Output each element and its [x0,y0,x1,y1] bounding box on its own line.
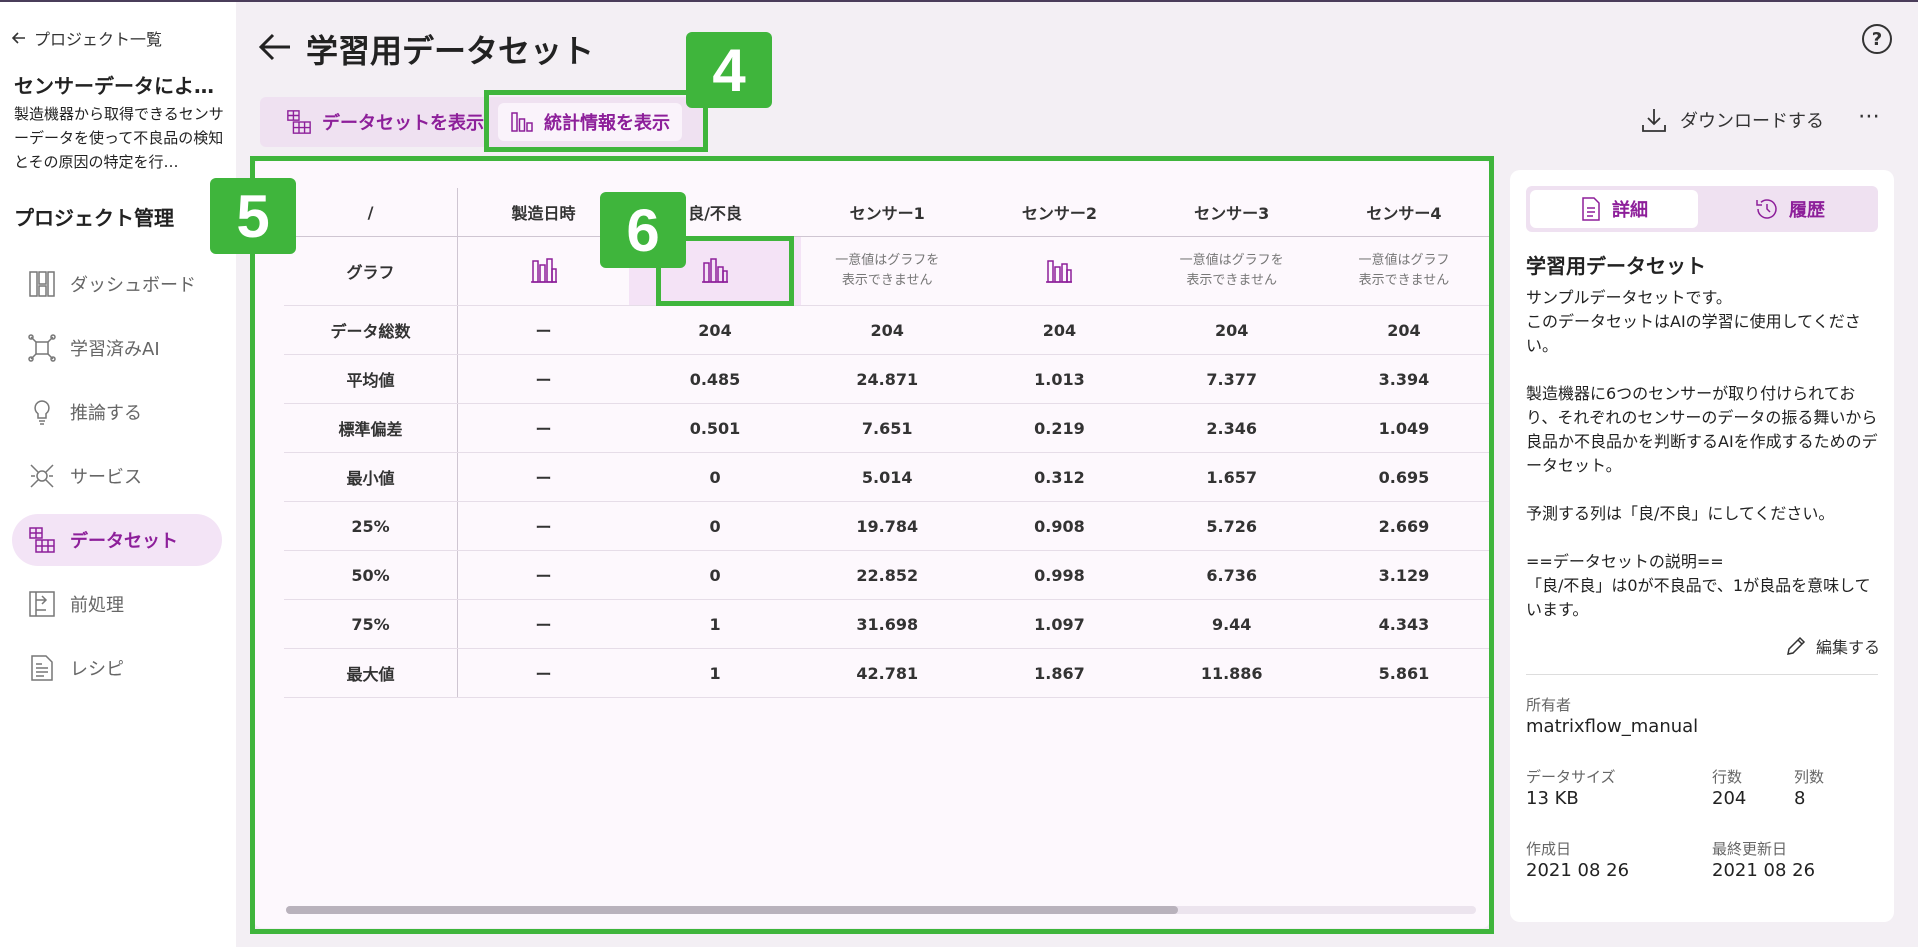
back-to-projects-link[interactable]: プロジェクト一覧 [12,26,162,50]
download-icon [1642,109,1666,132]
tab-history[interactable]: 履歴 [1706,190,1874,228]
back-label: プロジェクト一覧 [34,30,163,49]
data-size-label: データサイズ [1526,768,1616,786]
history-icon [1756,199,1777,219]
row-count-value: 204 [1712,788,1747,809]
pencil-icon [1787,636,1806,655]
sidebar-item-label: レシピ [70,659,124,680]
sidebar-nav: ダッシュボード 学習済みAI 推論する サービス データセット 前処理 レシピ [12,258,222,706]
more-options-icon[interactable]: ⋯ [1858,104,1881,129]
dataset-icon [287,110,311,134]
updated-date-label: 最終更新日 [1712,840,1788,858]
page-back-button[interactable] [258,30,292,68]
preprocess-icon [29,591,55,617]
page-title: 学習用データセット [306,32,595,70]
document-icon [1582,197,1600,221]
sidebar-item-preprocess[interactable]: 前処理 [12,578,222,630]
arrow-left-icon [258,33,290,61]
divider [1526,674,1878,675]
edit-label: 編集する [1815,638,1880,657]
annotation-badge-6: 6 [600,192,686,268]
tab-show-dataset[interactable]: データセットを表示 [274,103,496,141]
column-count-label: 列数 [1794,768,1825,786]
tab-label: データセットを表示 [322,113,484,134]
trained-ai-icon [28,334,56,362]
section-title: プロジェクト管理 [14,206,174,230]
dashboard-icon [29,271,55,297]
recipe-icon [31,655,53,681]
sidebar-item-service[interactable]: サービス [12,450,222,502]
annotation-box-4 [484,90,708,152]
project-title: センサーデータによ… [14,74,214,98]
created-date-label: 作成日 [1526,840,1572,858]
project-description: 製造機器から取得できるセンサーデータを使って不良品の検知とその原因の特定を行… [14,105,224,171]
owner-label: 所有者 [1526,696,1572,714]
sidebar-item-recipe[interactable]: レシピ [12,642,222,694]
sidebar-item-dataset[interactable]: データセット [12,514,222,566]
sidebar-item-label: ダッシュボード [70,275,196,296]
sidebar-item-inference[interactable]: 推論する [12,386,222,438]
panel-tabs: 詳細 履歴 [1526,186,1878,232]
annotation-badge-5: 5 [210,178,296,254]
sidebar-item-label: 前処理 [70,595,124,616]
dataset-description: サンプルデータセットです。 このデータセットはAIの学習に使用してください。 製… [1526,288,1878,619]
tab-label: 履歴 [1789,200,1825,221]
arrow-left-icon [12,32,25,44]
tab-details[interactable]: 詳細 [1530,190,1698,228]
download-button[interactable]: ダウンロードする [1640,106,1824,134]
sidebar: プロジェクト一覧 センサーデータによ… 製造機器から取得できるセンサーデータを使… [0,2,236,947]
updated-date-value: 2021 08 26 [1712,860,1816,881]
lightbulb-icon [34,400,50,425]
owner-value: matrixflow_manual [1526,716,1699,737]
row-count-label: 行数 [1712,768,1743,786]
sidebar-item-dashboard[interactable]: ダッシュボード [12,258,222,310]
tab-label: 詳細 [1612,200,1648,221]
sidebar-item-trained-ai[interactable]: 学習済みAI [12,322,222,374]
dataset-title: 学習用データセット [1526,254,1706,278]
dataset-icon [29,527,55,553]
download-label: ダウンロードする [1680,111,1824,132]
help-icon[interactable]: ? [1862,24,1892,54]
window-top-border [0,0,1918,2]
service-icon [30,464,54,488]
created-date-value: 2021 08 26 [1526,860,1630,881]
details-panel: 詳細 履歴 学習用データセット サンプルデータセットです。 このデータセットはA… [1510,170,1894,922]
sidebar-item-label: 学習済みAI [70,339,160,360]
column-count-value: 8 [1794,788,1806,809]
data-size-value: 13 KB [1526,788,1579,809]
sidebar-item-label: データセット [70,531,178,552]
annotation-box-5 [250,156,1494,934]
sidebar-item-label: 推論する [70,403,142,424]
annotation-badge-4: 4 [686,32,772,108]
edit-button[interactable]: 編集する [1786,634,1880,658]
sidebar-item-label: サービス [70,467,142,488]
